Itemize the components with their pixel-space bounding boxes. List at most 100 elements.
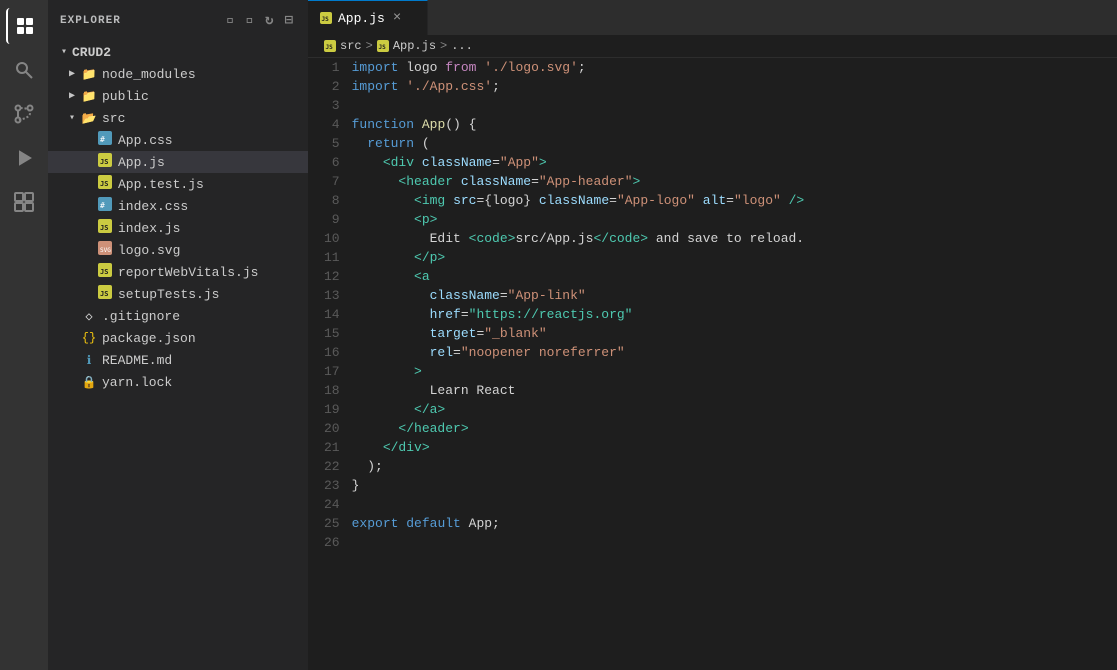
code-line-14: href="https://reactjs.org": [352, 305, 1097, 324]
tree-item-gitignore[interactable]: ◇ .gitignore: [48, 305, 308, 327]
tree-item-readme[interactable]: ℹ README.md: [48, 349, 308, 371]
breadcrumb-appjs: App.js: [393, 39, 436, 53]
code-line-15: target="_blank": [352, 324, 1097, 343]
root-label: CRUD2: [72, 45, 111, 60]
code-line-8: <img src={logo} className="App-logo" alt…: [352, 191, 1097, 210]
code-line-4: function App() {: [352, 115, 1097, 134]
tree-item-public[interactable]: ▶ 📁 public: [48, 85, 308, 107]
tree-item-src[interactable]: ▾ 📂 src: [48, 107, 308, 129]
tree-item-app-css[interactable]: # App.css: [48, 129, 308, 151]
breadcrumb-sep1: >: [366, 39, 373, 53]
code-line-19: </a>: [352, 400, 1097, 419]
file-label: node_modules: [102, 67, 196, 82]
refresh-icon[interactable]: ↻: [263, 10, 276, 31]
svg-text:JS: JS: [378, 44, 386, 51]
code-line-6: <div className="App">: [352, 153, 1097, 172]
code-line-20: </header>: [352, 419, 1097, 438]
svg-text:#: #: [100, 201, 105, 210]
extensions-icon[interactable]: [6, 184, 42, 220]
tab-label: App.js: [338, 11, 385, 26]
activity-bar: [0, 0, 48, 670]
svg-text:JS: JS: [326, 44, 334, 51]
svg-text:JS: JS: [100, 158, 108, 166]
sidebar-header: EXPLORER   ↻ ⊟: [48, 0, 308, 41]
tree-item-setuptests[interactable]: JS setupTests.js: [48, 283, 308, 305]
tree-item-app-js[interactable]: JS App.js: [48, 151, 308, 173]
tree-item-app-test-js[interactable]: JS App.test.js: [48, 173, 308, 195]
collapse-icon[interactable]: ⊟: [283, 10, 296, 31]
explorer-icon[interactable]: [6, 8, 42, 44]
tab-app-js[interactable]: JS App.js ×: [308, 0, 428, 35]
tree-item-reportwebvitals[interactable]: JS reportWebVitals.js: [48, 261, 308, 283]
tree-item-logo-svg[interactable]: SVG logo.svg: [48, 239, 308, 261]
code-line-26: [352, 533, 1097, 552]
svg-text:JS: JS: [100, 268, 108, 276]
file-label: index.js: [118, 221, 180, 236]
file-label: logo.svg: [118, 243, 180, 258]
svg-text:JS: JS: [100, 180, 108, 188]
code-line-7: <header className="App-header">: [352, 172, 1097, 191]
file-label: public: [102, 89, 149, 104]
code-line-10: Edit <code>src/App.js</code> and save to…: [352, 229, 1097, 248]
breadcrumb-src: src: [340, 39, 362, 53]
tree-item-index-css[interactable]: # index.css: [48, 195, 308, 217]
search-icon[interactable]: [6, 52, 42, 88]
breadcrumb-appjs-icon: JS: [377, 40, 389, 52]
code-line-21: </div>: [352, 438, 1097, 457]
tree-item-node-modules[interactable]: ▶ 📁 node_modules: [48, 63, 308, 85]
tree-root-crud2[interactable]: ▾ CRUD2: [48, 41, 308, 63]
file-label: yarn.lock: [102, 375, 172, 390]
code-line-24: [352, 495, 1097, 514]
tab-bar: JS App.js ×: [308, 0, 1117, 35]
code-line-9: <p>: [352, 210, 1097, 229]
breadcrumb: JS src > JS App.js > ...: [308, 35, 1117, 58]
code-line-5: return (: [352, 134, 1097, 153]
run-debug-icon[interactable]: [6, 140, 42, 176]
svg-text:JS: JS: [322, 16, 330, 23]
svg-text:JS: JS: [100, 224, 108, 232]
file-label: App.css: [118, 133, 173, 148]
editor-area: JS App.js × JS src > JS App.js > ... 1 2…: [308, 0, 1117, 670]
svg-text:JS: JS: [100, 290, 108, 298]
code-line-2: import './App.css';: [352, 77, 1097, 96]
code-line-3: [352, 96, 1097, 115]
code-line-22: );: [352, 457, 1097, 476]
code-editor[interactable]: 1 2 3 4 5 6 7 8 9 10 11 12 13 14 15 16 1…: [308, 58, 1117, 670]
code-line-23: }: [352, 476, 1097, 495]
code-line-17: >: [352, 362, 1097, 381]
code-line-11: </p>: [352, 248, 1097, 267]
code-line-25: export default App;: [352, 514, 1097, 533]
sidebar: EXPLORER   ↻ ⊟ ▾ CRUD2 ▶ 📁 node_module…: [48, 0, 308, 670]
js-file-icon: JS: [320, 12, 332, 24]
file-label: reportWebVitals.js: [118, 265, 258, 280]
line-numbers: 1 2 3 4 5 6 7 8 9 10 11 12 13 14 15 16 1…: [308, 58, 352, 670]
file-label: package.json: [102, 331, 196, 346]
file-label: src: [102, 111, 125, 126]
breadcrumb-js-icon: JS: [324, 40, 336, 52]
tree-item-index-js[interactable]: JS index.js: [48, 217, 308, 239]
svg-text:#: #: [100, 135, 105, 144]
new-file-icon[interactable]: : [224, 10, 237, 31]
tree-item-yarn-lock[interactable]: 🔒 yarn.lock: [48, 371, 308, 393]
new-folder-icon[interactable]: : [244, 10, 257, 31]
file-label: App.js: [118, 155, 165, 170]
code-line-12: <a: [352, 267, 1097, 286]
code-lines: import logo from './logo.svg'; import '.…: [352, 58, 1117, 670]
source-control-icon[interactable]: [6, 96, 42, 132]
code-line-1: import logo from './logo.svg';: [352, 58, 1097, 77]
code-line-16: rel="noopener noreferrer": [352, 343, 1097, 362]
tree-item-package-json[interactable]: {} package.json: [48, 327, 308, 349]
svg-text:SVG: SVG: [100, 247, 111, 254]
sidebar-title: EXPLORER: [60, 15, 121, 27]
file-label: setupTests.js: [118, 287, 219, 302]
tab-close-button[interactable]: ×: [391, 8, 403, 28]
file-label: index.css: [118, 199, 188, 214]
file-label: App.test.js: [118, 177, 204, 192]
code-line-18: Learn React: [352, 381, 1097, 400]
code-line-13: className="App-link": [352, 286, 1097, 305]
breadcrumb-dots: ...: [451, 39, 473, 53]
file-label: .gitignore: [102, 309, 180, 324]
breadcrumb-sep2: >: [440, 39, 447, 53]
sidebar-header-icons:   ↻ ⊟: [224, 10, 296, 31]
file-tree: ▾ CRUD2 ▶ 📁 node_modules ▶ 📁 public ▾ 📂 …: [48, 41, 308, 670]
